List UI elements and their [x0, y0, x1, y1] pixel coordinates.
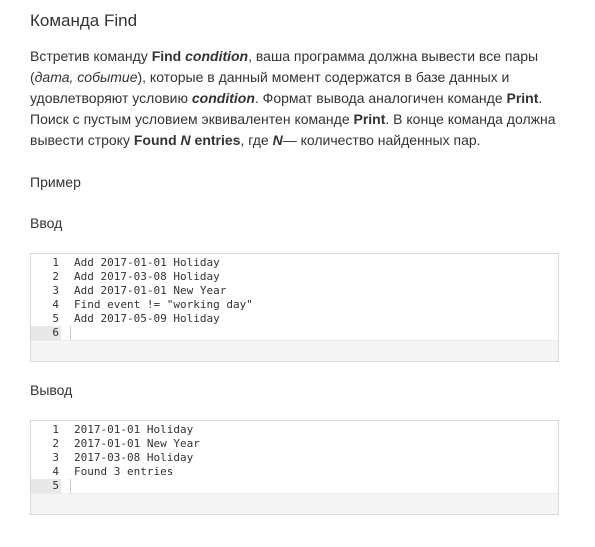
line-text: 2017-01-01 New Year — [74, 437, 200, 450]
condition-keyword: condition — [185, 48, 249, 64]
line-number: 1 — [31, 423, 61, 437]
line-text: Add 2017-05-09 Holiday — [74, 312, 220, 325]
code-block-footer — [31, 340, 558, 361]
line-number: 4 — [31, 298, 61, 312]
code-line-active[interactable]: 5 — [31, 479, 558, 493]
code-line: 3 2017-03-08 Holiday — [31, 451, 558, 465]
input-code-lines: 1 Add 2017-01-01 Holiday 2 Add 2017-03-08 … — [31, 254, 558, 340]
line-number: 2 — [31, 437, 61, 451]
line-text: 2017-01-01 Holiday — [74, 423, 194, 436]
text-part: . Формат вывода аналогичен команде — [254, 90, 507, 106]
line-text: Add 2017-01-01 Holiday — [74, 256, 220, 269]
line-number: 3 — [31, 451, 61, 465]
page-title: Команда Find — [30, 11, 138, 30]
code-line: 4 Find event != "working day" — [31, 298, 558, 312]
print-keyword: Print — [353, 111, 386, 127]
print-keyword: Print — [506, 90, 539, 106]
line-number: 3 — [31, 284, 61, 298]
example-label: Пример — [30, 174, 81, 190]
line-number: 1 — [31, 256, 61, 270]
output-label: Вывод — [30, 382, 73, 398]
n-variable: N — [180, 132, 191, 148]
code-line: 1 Add 2017-01-01 Holiday — [31, 256, 558, 270]
event-term: событие — [77, 69, 138, 85]
code-line-active[interactable]: 6 — [31, 326, 558, 340]
find-keyword: Find — [151, 48, 182, 64]
line-text: Found 3 entries — [74, 465, 174, 478]
description-paragraph: Встретив команду Find condition, ваша пр… — [30, 46, 575, 151]
line-number: 6 — [31, 326, 61, 340]
text-part: , где — [240, 132, 273, 148]
code-line: 1 2017-01-01 Holiday — [31, 423, 558, 437]
output-code-lines: 1 2017-01-01 Holiday 2 2017-01-01 New Year… — [31, 421, 558, 493]
n-variable: N — [272, 132, 283, 148]
text-part: Встретив команду — [30, 48, 152, 64]
code-block-footer — [31, 493, 558, 514]
line-number: 5 — [31, 479, 61, 493]
code-line: 5 Add 2017-05-09 Holiday — [31, 312, 558, 326]
line-text: Find event != "working day" — [74, 298, 253, 311]
line-text: Add 2017-03-08 Holiday — [74, 270, 220, 283]
line-number: 4 — [31, 465, 61, 479]
input-code-block[interactable]: 1 Add 2017-01-01 Holiday 2 Add 2017-03-08 … — [30, 253, 559, 362]
input-label: Ввод — [30, 215, 63, 231]
code-line: 2 2017-01-01 New Year — [31, 437, 558, 451]
text-part: — количество найденных пар. — [282, 132, 481, 148]
page: Команда Find Встретив команду Find condi… — [0, 0, 595, 547]
line-text: Add 2017-01-01 New Year — [74, 284, 227, 297]
found-keyword: Found — [133, 132, 177, 148]
output-code-block[interactable]: 1 2017-01-01 Holiday 2 2017-01-01 New Year… — [30, 420, 559, 515]
code-line: 4 Found 3 entries — [31, 465, 558, 479]
code-line: 3 Add 2017-01-01 New Year — [31, 284, 558, 298]
entries-keyword: entries — [190, 132, 241, 148]
line-number: 5 — [31, 312, 61, 326]
date-term: дата — [34, 69, 70, 85]
code-line: 2 Add 2017-03-08 Holiday — [31, 270, 558, 284]
line-number: 2 — [31, 270, 61, 284]
line-text: 2017-03-08 Holiday — [74, 451, 194, 464]
condition-keyword: condition — [191, 90, 255, 106]
